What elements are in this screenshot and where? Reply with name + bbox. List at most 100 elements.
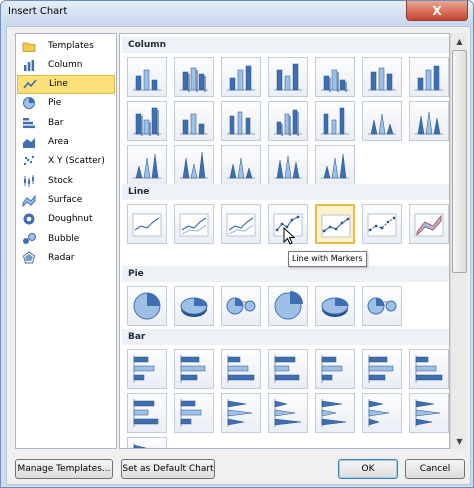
bar-chart-thumbnail-icon	[274, 399, 302, 427]
bar-chart-thumbnail-icon	[321, 355, 343, 383]
column-chart-subtype-7[interactable]	[409, 57, 449, 97]
close-icon: X	[432, 3, 442, 18]
bar-chart-thumbnail-icon	[321, 399, 347, 427]
scroll-thumb[interactable]	[452, 50, 467, 273]
category-label: Bar	[48, 117, 64, 128]
column-chart-subtype-11[interactable]	[268, 101, 308, 141]
bubble-chart-icon	[23, 232, 36, 244]
radar-chart-icon	[22, 251, 36, 264]
line-chart-subtype-5[interactable]	[315, 204, 355, 244]
category-x-y-scatter[interactable]: X Y (Scatter)	[17, 152, 115, 171]
bar-chart-subtype-7[interactable]	[409, 349, 449, 389]
set-default-chart-button[interactable]: Set as Default Chart	[121, 459, 215, 479]
section-header-bar: Bar	[122, 329, 449, 345]
close-button[interactable]: X	[406, 1, 468, 21]
pie-chart-subtype-1[interactable]	[127, 286, 167, 326]
column-chart-subtype-12[interactable]	[315, 101, 355, 141]
pie-chart-subtype-6[interactable]	[362, 286, 402, 326]
bar-chart-subtype-9[interactable]	[174, 393, 214, 433]
column-chart-subtype-3[interactable]	[221, 57, 261, 97]
line-chart-subtype-7[interactable]	[409, 204, 449, 244]
bar-chart-subtype-2[interactable]	[174, 349, 214, 389]
column-chart-subtype-17[interactable]	[221, 145, 261, 185]
category-column[interactable]: Column	[17, 55, 115, 74]
title-bar[interactable]: Insert Chart X	[1, 1, 473, 25]
column-chart-subtype-9[interactable]	[174, 101, 214, 141]
category-pie[interactable]: Pie	[17, 94, 115, 113]
bar-chart-subtype-13[interactable]	[362, 393, 402, 433]
manage-templates-button[interactable]: Manage Templates...	[15, 459, 113, 479]
insert-chart-dialog: Insert Chart X Templates Column Line Pie Bar…	[0, 0, 474, 488]
pie-chart-thumbnail-icon	[226, 297, 256, 315]
bar-chart-subtype-10[interactable]	[221, 393, 261, 433]
column-chart-thumbnail-icon	[133, 153, 161, 179]
line-chart-thumbnail-icon	[414, 213, 444, 237]
category-templates[interactable]: Templates	[17, 36, 115, 55]
gallery-scrollbar[interactable]: ▲ ▼	[450, 33, 467, 449]
category-surface[interactable]: Surface	[17, 190, 115, 209]
bar-chart-thumbnail-icon	[368, 355, 394, 383]
column-chart-subtype-18[interactable]	[268, 145, 308, 185]
ok-button[interactable]: OK	[338, 459, 398, 479]
line-chart-thumbnail-icon	[132, 213, 162, 237]
line-chart-thumbnail-icon	[226, 213, 256, 237]
category-label: Column	[48, 59, 83, 70]
bar-chart-subtype-1[interactable]	[127, 349, 167, 389]
bar-chart-subtype-4[interactable]	[268, 349, 308, 389]
column-chart-subtype-19[interactable]	[315, 145, 355, 185]
category-label: Pie	[48, 98, 62, 109]
column-chart-thumbnail-icon	[368, 113, 396, 135]
column-chart-subtype-10[interactable]	[221, 101, 261, 141]
pie-chart-subtype-5[interactable]	[315, 286, 355, 326]
category-line[interactable]: Line	[17, 74, 115, 94]
bar-chart-subtype-14[interactable]	[409, 393, 449, 433]
pie-chart-thumbnail-icon	[367, 297, 397, 315]
column-chart-subtype-16[interactable]	[174, 145, 214, 185]
scroll-down-arrow-icon[interactable]: ▼	[451, 433, 468, 449]
category-label: X Y (Scatter)	[48, 156, 105, 167]
bar-chart-subtype-11[interactable]	[268, 393, 308, 433]
line-chart-subtype-1[interactable]	[127, 204, 167, 244]
area-chart-icon	[23, 138, 35, 148]
bar-chart-subtype-12[interactable]	[315, 393, 355, 433]
category-bar[interactable]: Bar	[17, 113, 115, 132]
column-chart-subtype-2[interactable]	[174, 57, 214, 97]
line-chart-subtype-3[interactable]	[221, 204, 261, 244]
bar-chart-subtype-5[interactable]	[315, 349, 355, 389]
bar-chart-subtype-15[interactable]	[127, 437, 167, 448]
column-chart-thumbnail-icon	[227, 65, 255, 91]
category-bubble[interactable]: Bubble	[17, 229, 115, 248]
bar-chart-thumbnail-icon	[133, 443, 147, 448]
bar-chart-subtype-3[interactable]	[221, 349, 261, 389]
column-chart-subtype-8[interactable]	[127, 101, 167, 141]
bar-chart-subtype-6[interactable]	[362, 349, 402, 389]
category-area[interactable]: Area	[17, 133, 115, 152]
line-chart-subtype-2[interactable]	[174, 204, 214, 244]
column-chart-thumbnail-icon	[274, 155, 302, 179]
category-label: Line	[49, 79, 68, 90]
column-chart-subtype-6[interactable]	[362, 57, 402, 97]
column-chart-subtype-4[interactable]	[268, 57, 308, 97]
bar-chart-thumbnail-icon	[368, 399, 390, 427]
scroll-up-arrow-icon[interactable]: ▲	[451, 33, 468, 49]
column-chart-thumbnail-icon	[227, 157, 255, 179]
category-doughnut[interactable]: Doughnut	[17, 210, 115, 229]
column-chart-subtype-13[interactable]	[362, 101, 402, 141]
column-chart-subtype-1[interactable]	[127, 57, 167, 97]
cancel-button[interactable]: Cancel	[405, 459, 465, 479]
line-chart-subtype-6[interactable]	[362, 204, 402, 244]
pie-chart-subtype-2[interactable]	[174, 286, 214, 326]
category-stock[interactable]: Stock	[17, 171, 115, 190]
category-radar[interactable]: Radar	[17, 248, 115, 267]
pie-chart-thumbnail-icon	[133, 292, 161, 320]
column-chart-subtype-15[interactable]	[127, 145, 167, 185]
stock-chart-icon	[24, 174, 34, 187]
pie-chart-subtype-4[interactable]	[268, 286, 308, 326]
column-chart-thumbnail-icon	[274, 63, 302, 91]
pie-chart-subtype-3[interactable]	[221, 286, 261, 326]
line-chart-thumbnail-icon	[179, 213, 209, 237]
bar-chart-subtype-8[interactable]	[127, 393, 167, 433]
scatter-chart-icon	[23, 156, 35, 166]
column-chart-subtype-5[interactable]	[315, 57, 355, 97]
column-chart-subtype-14[interactable]	[409, 101, 449, 141]
